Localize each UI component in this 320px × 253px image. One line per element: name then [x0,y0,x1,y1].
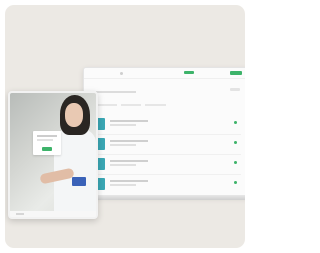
divider [96,134,241,135]
page-subtitle-placeholder [96,91,136,93]
status-bar-text-placeholder [16,213,24,215]
filter-bar [96,104,167,107]
tablet-device [8,91,98,219]
laptop-screen [83,67,245,197]
insurance-card [72,177,86,186]
tablet-status-bar [10,211,96,217]
primary-action-button[interactable] [230,71,242,75]
list-item[interactable] [96,178,241,192]
doctor-face [65,103,83,127]
filter-tab[interactable] [145,104,167,106]
product-hero [5,5,245,248]
app-top-bar [84,68,245,79]
confirmation-dialog [33,131,61,155]
check-icon [234,181,237,184]
item-meta-placeholder [110,164,136,166]
filter-tab[interactable] [120,104,142,106]
item-title-placeholder [110,120,148,122]
dialog-confirm-button[interactable] [42,147,52,151]
laptop-base [79,195,245,200]
check-icon [234,161,237,164]
item-meta-placeholder [110,144,136,146]
list-item[interactable] [96,138,241,152]
list-item[interactable] [96,158,241,172]
item-title-placeholder [110,180,148,182]
check-icon [234,141,237,144]
dialog-title-placeholder [37,135,57,137]
filter-tab[interactable] [96,104,117,106]
item-meta-placeholder [110,124,136,126]
dialog-text-placeholder [37,139,53,141]
nav-active-indicator [184,71,194,74]
divider [96,154,241,155]
check-icon [234,121,237,124]
item-title-placeholder [110,140,148,142]
item-meta-placeholder [110,184,136,186]
divider [96,174,241,175]
nav-dot-icon [120,72,123,75]
secondary-button[interactable] [230,88,240,91]
list-item[interactable] [96,118,241,132]
item-title-placeholder [110,160,148,162]
